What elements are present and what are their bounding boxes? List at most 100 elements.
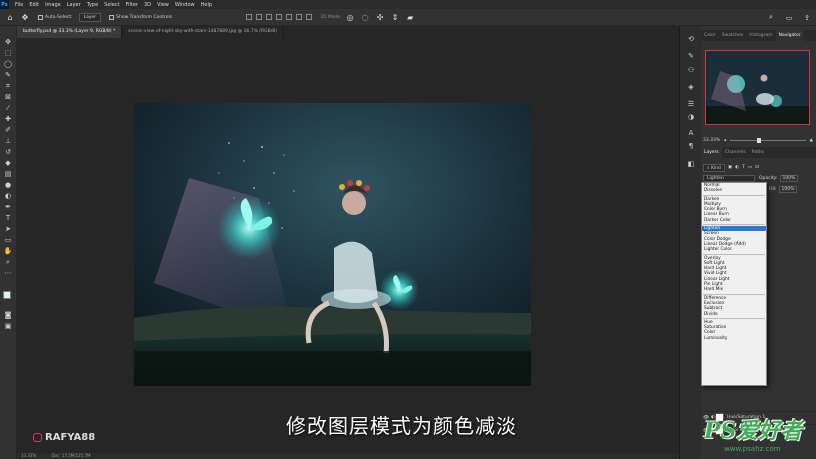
document-tab-night-sky[interactable]: scenic-view-of-night-sky-with-stars-1487… [122,26,284,38]
window-controls: ⌕ ▭ ⇪ [762,9,816,26]
adjustments-icon[interactable]: ◑ [686,113,696,122]
clone-source-icon[interactable]: ⚇ [686,66,696,75]
blend-mode-option[interactable]: Luminosity [702,336,766,341]
foreground-color-swatch[interactable] [3,291,11,299]
crop-tool-icon[interactable]: ⌗ [3,82,13,91]
zoom-out-icon[interactable]: ▴ [724,138,726,143]
instagram-icon [33,433,42,442]
healing-brush-tool-icon[interactable]: ✚ [3,115,13,124]
artwork-canvas[interactable] [134,103,531,386]
zoom-tool-icon[interactable]: ⌕ [3,258,13,267]
tab-paths[interactable]: Paths [749,147,767,158]
fill-input[interactable]: 100% [778,186,798,193]
align-bottom-icon[interactable] [296,14,303,20]
opacity-input[interactable]: 100% [779,175,799,182]
filter-adjustment-icon[interactable]: ◐ [735,165,739,170]
3d-rotate-icon[interactable]: ◎ [345,12,355,22]
auto-select-target-select[interactable]: Layer [78,12,102,22]
doc-info[interactable]: Doc: 17.2M/125.7M [52,453,91,458]
blend-mode-select[interactable]: Lighten [703,175,755,182]
menu-filter[interactable]: Filter [126,2,138,8]
align-center-icon[interactable] [256,14,263,20]
marquee-tool-icon[interactable]: ⬚ [3,49,13,58]
menu-window[interactable]: Window [175,2,195,8]
show-transform-checkbox[interactable] [109,14,115,20]
brush-tool-icon[interactable]: ✐ [3,126,13,135]
navigator-zoom-value[interactable]: 33.33% [703,138,720,143]
auto-select-checkbox[interactable] [38,14,43,20]
instagram-watermark: RAFYA88 [33,432,95,443]
pen-tool-icon[interactable]: ✒ [3,203,13,212]
zoom-slider-knob[interactable] [756,137,761,143]
3d-slide-icon[interactable]: ⇕ [390,12,400,22]
quick-mask-icon[interactable]: ◙ [3,311,13,320]
rectangle-tool-icon[interactable]: ▭ [3,236,13,245]
move-tool-icon[interactable]: ✥ [20,12,30,22]
zoom-readout[interactable]: 33.33% [21,453,36,458]
3d-panel-icon[interactable]: ◈ [686,83,696,92]
tab-channels[interactable]: Channels [722,147,749,158]
align-right-icon[interactable] [266,14,273,20]
share-icon[interactable]: ⇪ [798,14,816,22]
frame-tool-icon[interactable]: ⊠ [3,93,13,102]
menu-edit[interactable]: Edit [29,2,39,8]
paragraph-icon[interactable]: ¶ [686,142,696,151]
search-icon[interactable]: ⌕ [762,13,780,22]
path-select-tool-icon[interactable]: ➤ [3,225,13,234]
lasso-tool-icon[interactable]: ◯ [3,60,13,69]
workspace-icon[interactable]: ▭ [780,14,798,22]
tab-layers[interactable]: Layers [701,147,722,158]
menu-type[interactable]: Type [87,2,98,8]
clone-stamp-tool-icon[interactable]: ⊥ [3,137,13,146]
3d-scale-icon[interactable]: ▰ [405,12,415,22]
filter-pixel-icon[interactable]: ▣ [728,165,732,170]
more-options-icon[interactable] [306,14,313,20]
screen-mode-icon[interactable]: ▣ [3,322,13,331]
layers-panel-tabs: Layers Channels Paths [701,147,816,158]
kind-filter-select[interactable]: ⌕ Kind [703,163,725,172]
tab-color[interactable]: Color [701,30,719,41]
more-tools-icon[interactable]: ⋯ [3,269,13,278]
menu-file[interactable]: File [15,2,23,8]
zoom-in-icon[interactable]: ▲ [810,138,813,143]
document-tab-butterfly[interactable]: butterfly.psd @ 33.3% (Layer 9, RGB/8) * [17,26,123,38]
menu-select[interactable]: Select [104,2,119,8]
gradient-tool-icon[interactable]: ▤ [3,170,13,179]
history-brush-tool-icon[interactable]: ↺ [3,148,13,157]
move-tool-icon[interactable]: ✥ [3,38,13,47]
menu-3d[interactable]: 3D [144,2,151,8]
options-bar: ⌂ ✥ Auto-Select: Layer Show Transform Co… [0,9,816,26]
menu-view[interactable]: View [157,2,169,8]
menu-help[interactable]: Help [201,2,212,8]
filter-type-icon[interactable]: T [742,165,745,170]
hand-tool-icon[interactable]: ✋ [3,247,13,256]
blur-tool-icon[interactable]: ● [3,181,13,190]
filter-smart-icon[interactable]: ⊡ [755,165,759,170]
navigator-thumbnail[interactable] [705,50,810,125]
home-icon[interactable]: ⌂ [5,12,15,22]
tab-swatches[interactable]: Swatches [719,30,747,41]
3d-roll-icon[interactable]: ◌ [360,12,370,22]
blend-mode-dropdown[interactable]: Normal Dissolve Darken Multiply Color Burn Li… [701,182,767,386]
history-icon[interactable]: ⟲ [686,35,696,44]
navigator-zoom-slider[interactable] [730,137,806,143]
3d-drag-icon[interactable]: ✣ [375,12,385,22]
brush-settings-icon[interactable]: ✎ [686,52,696,61]
eyedropper-tool-icon[interactable]: ⁄ [3,104,13,113]
tab-navigator[interactable]: Navigator [775,30,804,41]
menu-layer[interactable]: Layer [67,2,81,8]
type-tool-icon[interactable]: T [3,214,13,223]
align-middle-icon[interactable] [286,14,293,20]
align-top-icon[interactable] [276,14,283,20]
filter-shape-icon[interactable]: ▭ [748,165,752,170]
dodge-tool-icon[interactable]: ◐ [3,192,13,201]
quick-select-tool-icon[interactable]: ✎ [3,71,13,80]
layer-comps-icon[interactable]: ◧ [686,160,696,169]
menu-image[interactable]: Image [45,2,61,8]
align-left-icon[interactable] [246,14,253,20]
blend-mode-separator [703,317,765,319]
eraser-tool-icon[interactable]: ◆ [3,159,13,168]
properties-icon[interactable]: ☰ [686,100,696,109]
tab-histogram[interactable]: Histogram [746,30,775,41]
character-icon[interactable]: A [686,129,696,138]
